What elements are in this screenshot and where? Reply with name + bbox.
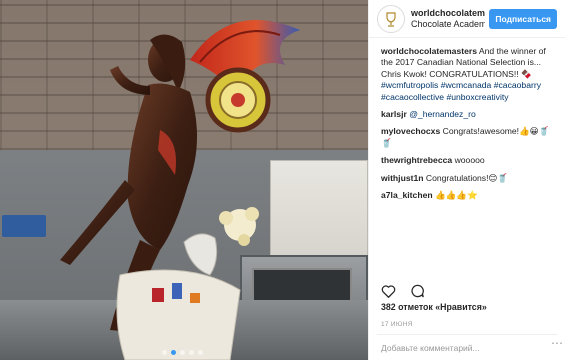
header-username[interactable]: worldchocolatemasters (411, 8, 485, 18)
more-options-icon[interactable]: ⋯ (551, 336, 563, 350)
heart-icon[interactable] (381, 284, 396, 298)
comment-item: thewrightrebecca wooooo (381, 155, 557, 166)
comment-text: Congratulations!😊🥤 (425, 172, 509, 183)
post-date[interactable]: 17 июня (381, 321, 413, 328)
avatar[interactable] (377, 4, 405, 33)
comment-mention[interactable]: @_hernandez_ro (409, 109, 476, 119)
comment-item: a7la_kitchen 👍👍👍⭐ (381, 190, 557, 201)
comment-item: withjust1n Congratulations!😊🥤 (381, 173, 557, 184)
action-bar (381, 284, 425, 298)
add-comment-input[interactable] (381, 342, 541, 353)
comment-list: worldchocolatemasters And the winner of … (369, 38, 565, 201)
post-sidebar: worldchocolatemasters Chocolate Academy … (368, 0, 565, 360)
comment-icon[interactable] (410, 284, 425, 298)
add-comment-bar (377, 334, 558, 360)
carousel-dot[interactable] (180, 350, 185, 355)
hashtags[interactable]: #wcmfutropolis #wcmcanada #cacaobarry #c… (381, 80, 541, 101)
comment-item: karlsjr @_hernandez_ro (381, 109, 557, 120)
comment-caption: worldchocolatemasters And the winner of … (381, 46, 557, 103)
carousel-dot-active[interactable] (171, 350, 176, 355)
carousel-dot[interactable] (198, 350, 203, 355)
carousel-dots (162, 350, 203, 355)
comment-username[interactable]: worldchocolatemasters (381, 46, 477, 56)
follow-button[interactable]: Подписаться (489, 8, 557, 29)
comment-username[interactable]: thewrightrebecca (381, 155, 452, 165)
likes-count[interactable]: 382 отметок «Нравится» (381, 302, 487, 312)
comment-item: mylovechocxs Congrats!awesome!👍😀🥤🥤 (381, 126, 557, 149)
carousel-dot[interactable] (162, 350, 167, 355)
comment-text: 👍👍👍⭐ (434, 190, 478, 201)
post-header: worldchocolatemasters Chocolate Academy … (369, 0, 565, 38)
header-location[interactable]: Chocolate Academy (411, 19, 485, 29)
comment-username[interactable]: a7la_kitchen (381, 190, 433, 200)
header-text: worldchocolatemasters Chocolate Academy (411, 8, 485, 29)
comment-username[interactable]: karlsjr (381, 109, 407, 119)
post-image[interactable] (0, 0, 368, 360)
trophy-logo-icon (386, 11, 396, 27)
chocolate-sculpture (60, 20, 300, 360)
carousel-dot[interactable] (189, 350, 194, 355)
comment-username[interactable]: withjust1n (381, 173, 424, 183)
comment-username[interactable]: mylovechocxs (381, 126, 440, 136)
comment-text: wooooo (454, 155, 485, 166)
